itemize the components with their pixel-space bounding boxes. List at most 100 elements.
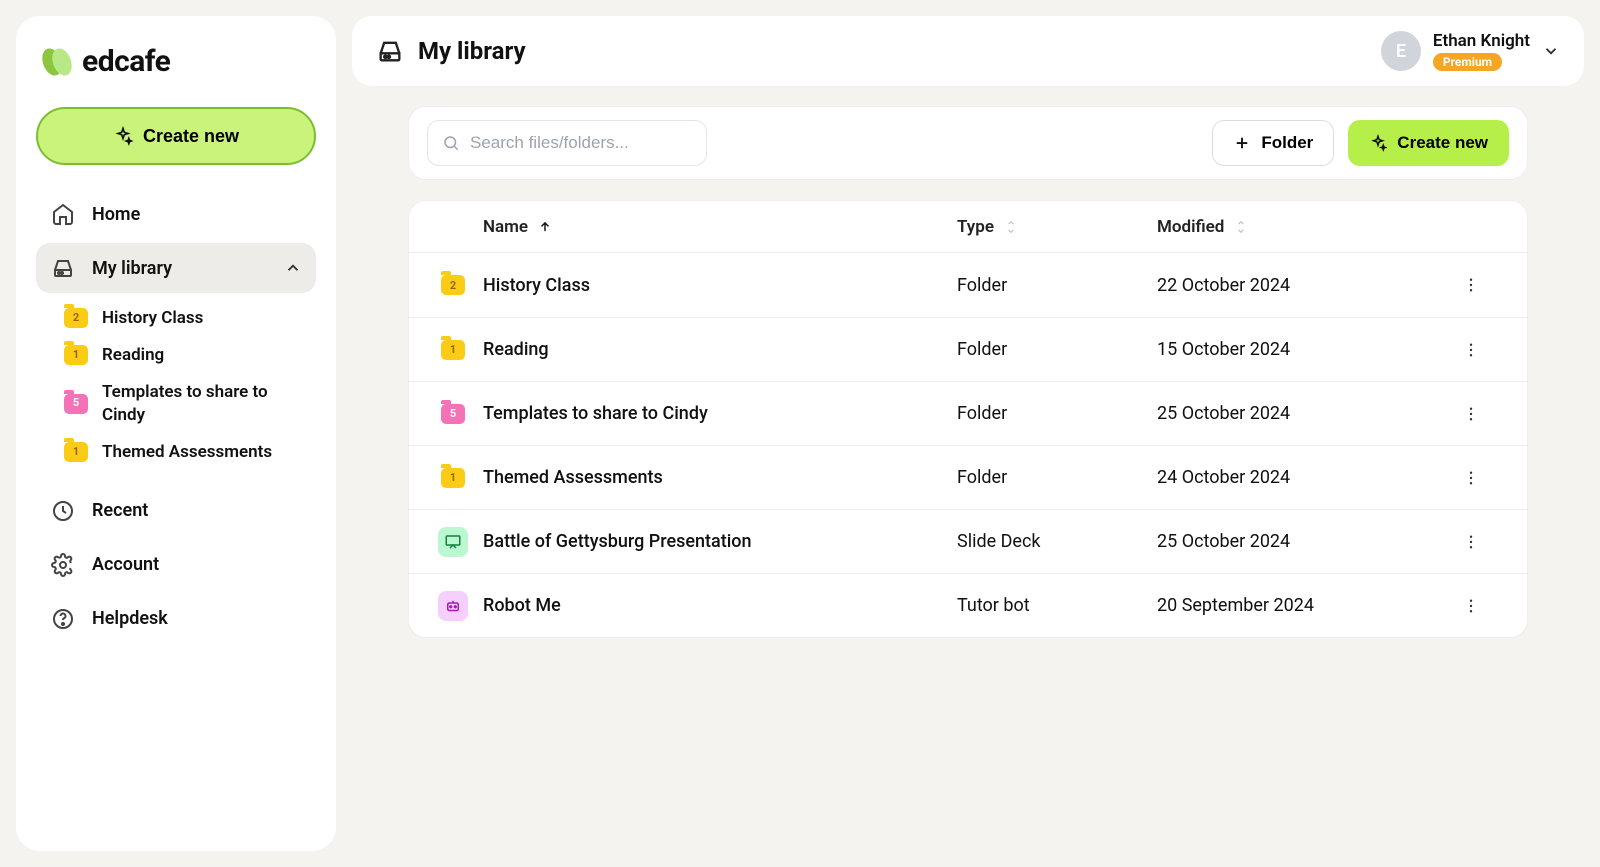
column-header-modified[interactable]: Modified bbox=[1157, 217, 1457, 237]
sparkle-icon bbox=[1369, 134, 1387, 152]
cell-type: Folder bbox=[957, 275, 1157, 296]
table-row[interactable]: Robot MeTutor bot20 September 2024 bbox=[409, 573, 1527, 637]
sidebar-item-label: Home bbox=[92, 204, 140, 225]
cell-name: Templates to share to Cindy bbox=[483, 403, 957, 424]
chevron-up-icon bbox=[284, 259, 302, 277]
row-actions-button[interactable] bbox=[1457, 276, 1485, 294]
table-row[interactable]: 2 History ClassFolder22 October 2024 bbox=[409, 253, 1527, 317]
search-box[interactable] bbox=[427, 120, 707, 166]
user-meta: Ethan Knight Premium bbox=[1433, 31, 1530, 71]
row-actions-button[interactable] bbox=[1457, 597, 1485, 615]
folder-icon: 2 bbox=[64, 308, 88, 328]
user-name: Ethan Knight bbox=[1433, 31, 1530, 51]
sidebar-subitem-label: Reading bbox=[102, 344, 164, 367]
toolbar-create-button[interactable]: Create new bbox=[1348, 120, 1509, 166]
brand-logo: edcafe bbox=[40, 44, 312, 79]
search-input[interactable] bbox=[470, 133, 692, 153]
help-icon bbox=[50, 607, 76, 631]
cell-name: History Class bbox=[483, 275, 957, 296]
cell-modified: 24 October 2024 bbox=[1157, 467, 1457, 488]
brand-name: edcafe bbox=[82, 44, 170, 79]
column-header-name[interactable]: Name bbox=[483, 217, 957, 237]
sidebar-item-label: My library bbox=[92, 258, 172, 279]
clock-icon bbox=[50, 499, 76, 523]
table-row[interactable]: 1Themed AssessmentsFolder24 October 2024 bbox=[409, 445, 1527, 509]
folder-icon: 5 bbox=[64, 394, 88, 414]
robot-icon bbox=[438, 591, 468, 621]
sidebar-item-label: Helpdesk bbox=[92, 608, 168, 629]
sidebar-item-label: Account bbox=[92, 554, 159, 575]
presentation-icon bbox=[438, 527, 468, 557]
sidebar-item-account[interactable]: Account bbox=[36, 540, 316, 590]
sort-icon bbox=[1004, 220, 1018, 234]
sidebar-item-recent[interactable]: Recent bbox=[36, 486, 316, 536]
chevron-down-icon bbox=[1542, 42, 1560, 60]
sidebar-item-label: Recent bbox=[92, 500, 148, 521]
sidebar-subitem[interactable]: 5 Templates to share to Cindy bbox=[36, 375, 316, 433]
sidebar-subitem[interactable]: 2 History Class bbox=[36, 301, 316, 336]
table-row[interactable]: Battle of Gettysburg PresentationSlide D… bbox=[409, 509, 1527, 573]
sidebar-subitem-label: Themed Assessments bbox=[102, 441, 272, 464]
sort-icon bbox=[1234, 220, 1248, 234]
column-label: Name bbox=[483, 217, 528, 237]
sparkle-icon bbox=[113, 126, 133, 146]
table-header: Name Type Modified bbox=[409, 201, 1527, 253]
create-new-button[interactable]: Create new bbox=[36, 107, 316, 165]
new-folder-button[interactable]: Folder bbox=[1212, 120, 1334, 166]
cell-name: Reading bbox=[483, 339, 957, 360]
content: Folder Create new Name Type bbox=[352, 106, 1584, 638]
sidebar-library-subtree: 2 History Class 1 Reading 5 Templates to shar… bbox=[36, 297, 316, 482]
sidebar-subitem-label: Templates to share to Cindy bbox=[102, 381, 306, 427]
column-header-type[interactable]: Type bbox=[957, 217, 1157, 237]
folder-icon: 1 bbox=[64, 345, 88, 365]
sidebar-item-helpdesk[interactable]: Helpdesk bbox=[36, 594, 316, 644]
table-row[interactable]: 1ReadingFolder15 October 2024 bbox=[409, 317, 1527, 381]
cell-name: Themed Assessments bbox=[483, 467, 957, 488]
topbar: My library E Ethan Knight Premium bbox=[352, 16, 1584, 86]
drive-icon bbox=[50, 256, 76, 280]
plus-icon bbox=[1233, 134, 1251, 152]
folder-icon: 5 bbox=[441, 404, 465, 424]
cell-type: Folder bbox=[957, 467, 1157, 488]
sidebar-subitem[interactable]: 1 Themed Assessments bbox=[36, 435, 316, 470]
folder-icon: 2 bbox=[441, 275, 465, 295]
sidebar-subitem-label: History Class bbox=[102, 307, 203, 330]
sidebar-nav: Home My library 2History Class1Reading5T… bbox=[36, 189, 316, 644]
brand-icon bbox=[40, 45, 74, 79]
cell-modified: 20 September 2024 bbox=[1157, 595, 1457, 616]
premium-badge: Premium bbox=[1433, 53, 1502, 71]
row-actions-button[interactable] bbox=[1457, 533, 1485, 551]
cell-type: Slide Deck bbox=[957, 531, 1157, 552]
sidebar-subitem[interactable]: 1 Reading bbox=[36, 338, 316, 373]
search-icon bbox=[442, 134, 460, 152]
cell-type: Tutor bot bbox=[957, 595, 1157, 616]
main: My library E Ethan Knight Premium bbox=[352, 16, 1584, 851]
cell-name: Robot Me bbox=[483, 595, 957, 616]
cell-modified: 22 October 2024 bbox=[1157, 275, 1457, 296]
cell-modified: 25 October 2024 bbox=[1157, 531, 1457, 552]
sort-asc-icon bbox=[538, 220, 552, 234]
folder-icon: 1 bbox=[64, 442, 88, 462]
create-new-label: Create new bbox=[143, 126, 239, 147]
cell-type: Folder bbox=[957, 403, 1157, 424]
folder-icon: 1 bbox=[441, 340, 465, 360]
user-menu[interactable]: E Ethan Knight Premium bbox=[1381, 31, 1560, 71]
gear-icon bbox=[50, 553, 76, 577]
avatar: E bbox=[1381, 31, 1421, 71]
row-actions-button[interactable] bbox=[1457, 341, 1485, 359]
table-row[interactable]: 5Templates to share to CindyFolder25 Oct… bbox=[409, 381, 1527, 445]
new-folder-label: Folder bbox=[1261, 133, 1313, 153]
sidebar-item-my-library[interactable]: My library bbox=[36, 243, 316, 293]
content-toolbar: Folder Create new bbox=[408, 106, 1528, 180]
sidebar-item-home[interactable]: Home bbox=[36, 189, 316, 239]
library-table: Name Type Modified bbox=[408, 200, 1528, 638]
column-label: Type bbox=[957, 217, 994, 237]
toolbar-create-label: Create new bbox=[1397, 133, 1488, 153]
row-actions-button[interactable] bbox=[1457, 405, 1485, 423]
cell-modified: 15 October 2024 bbox=[1157, 339, 1457, 360]
row-actions-button[interactable] bbox=[1457, 469, 1485, 487]
home-icon bbox=[50, 202, 76, 226]
page-title: My library bbox=[418, 37, 526, 65]
cell-name: Battle of Gettysburg Presentation bbox=[483, 531, 957, 552]
column-label: Modified bbox=[1157, 217, 1224, 237]
